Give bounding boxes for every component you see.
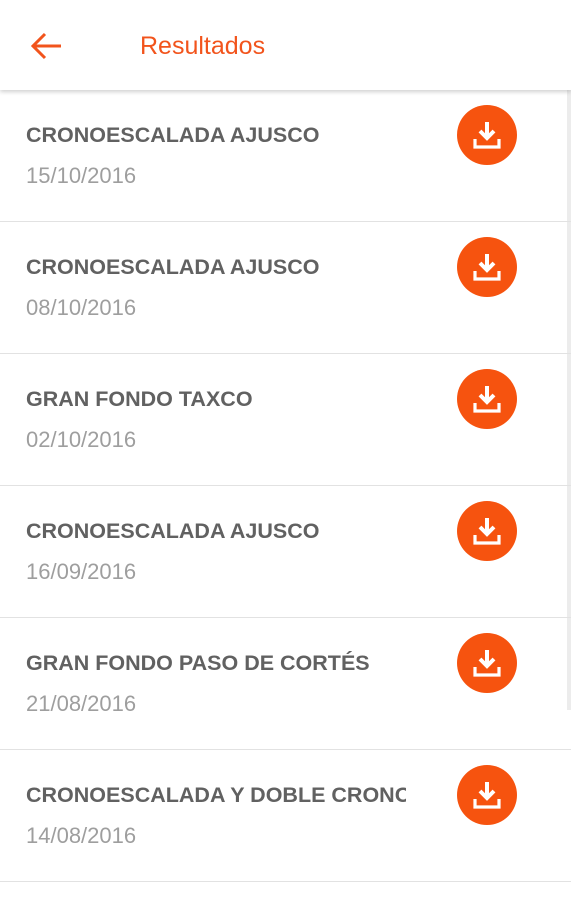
results-list: CRONOESCALADA AJUSCO 15/10/2016 CRONOESC… xyxy=(0,90,571,882)
result-item[interactable]: CRONOESCALADA AJUSCO 15/10/2016 xyxy=(0,90,571,222)
result-date: 02/10/2016 xyxy=(26,427,137,452)
result-date: 21/08/2016 xyxy=(26,691,137,716)
download-icon xyxy=(473,254,501,281)
page-title: Resultados xyxy=(140,32,266,60)
result-title: CRONOESCALADA AJUSCO xyxy=(26,519,320,543)
result-title: GRAN FONDO PASO DE CORTÉS xyxy=(26,651,370,675)
result-title: CRONOESCALADA AJUSCO xyxy=(26,123,320,147)
result-date: 08/10/2016 xyxy=(26,295,137,320)
result-item[interactable]: GRAN FONDO PASO DE CORTÉS 21/08/2016 xyxy=(0,618,571,750)
download-icon xyxy=(473,518,501,545)
download-button[interactable] xyxy=(457,765,517,825)
download-icon xyxy=(473,782,501,809)
result-title: CRONOESCALADA Y DOBLE CRONO xyxy=(26,783,406,807)
result-date: 16/09/2016 xyxy=(26,559,137,584)
download-button[interactable] xyxy=(457,633,517,693)
download-button[interactable] xyxy=(457,105,517,165)
result-item[interactable]: CRONOESCALADA AJUSCO 16/09/2016 xyxy=(0,486,571,618)
result-title: CRONOESCALADA AJUSCO xyxy=(26,255,320,279)
download-icon xyxy=(473,122,501,149)
download-icon xyxy=(473,386,501,413)
app-bar: Resultados xyxy=(0,0,571,90)
result-title: GRAN FONDO TAXCO xyxy=(26,387,253,411)
result-item[interactable]: CRONOESCALADA AJUSCO 08/10/2016 xyxy=(0,222,571,354)
back-button[interactable] xyxy=(26,28,66,64)
download-button[interactable] xyxy=(457,369,517,429)
result-item[interactable]: CRONOESCALADA Y DOBLE CRONO 14/08/2016 xyxy=(0,750,571,882)
results-screen: Resultados CRONOESCALADA AJUSCO 15/10/20… xyxy=(0,0,571,900)
download-button[interactable] xyxy=(457,237,517,297)
result-date: 14/08/2016 xyxy=(26,823,137,848)
download-icon xyxy=(473,650,501,677)
arrow-left-icon xyxy=(30,32,61,60)
result-item[interactable]: GRAN FONDO TAXCO 02/10/2016 xyxy=(0,354,571,486)
result-date: 15/10/2016 xyxy=(26,163,137,188)
download-button[interactable] xyxy=(457,501,517,561)
